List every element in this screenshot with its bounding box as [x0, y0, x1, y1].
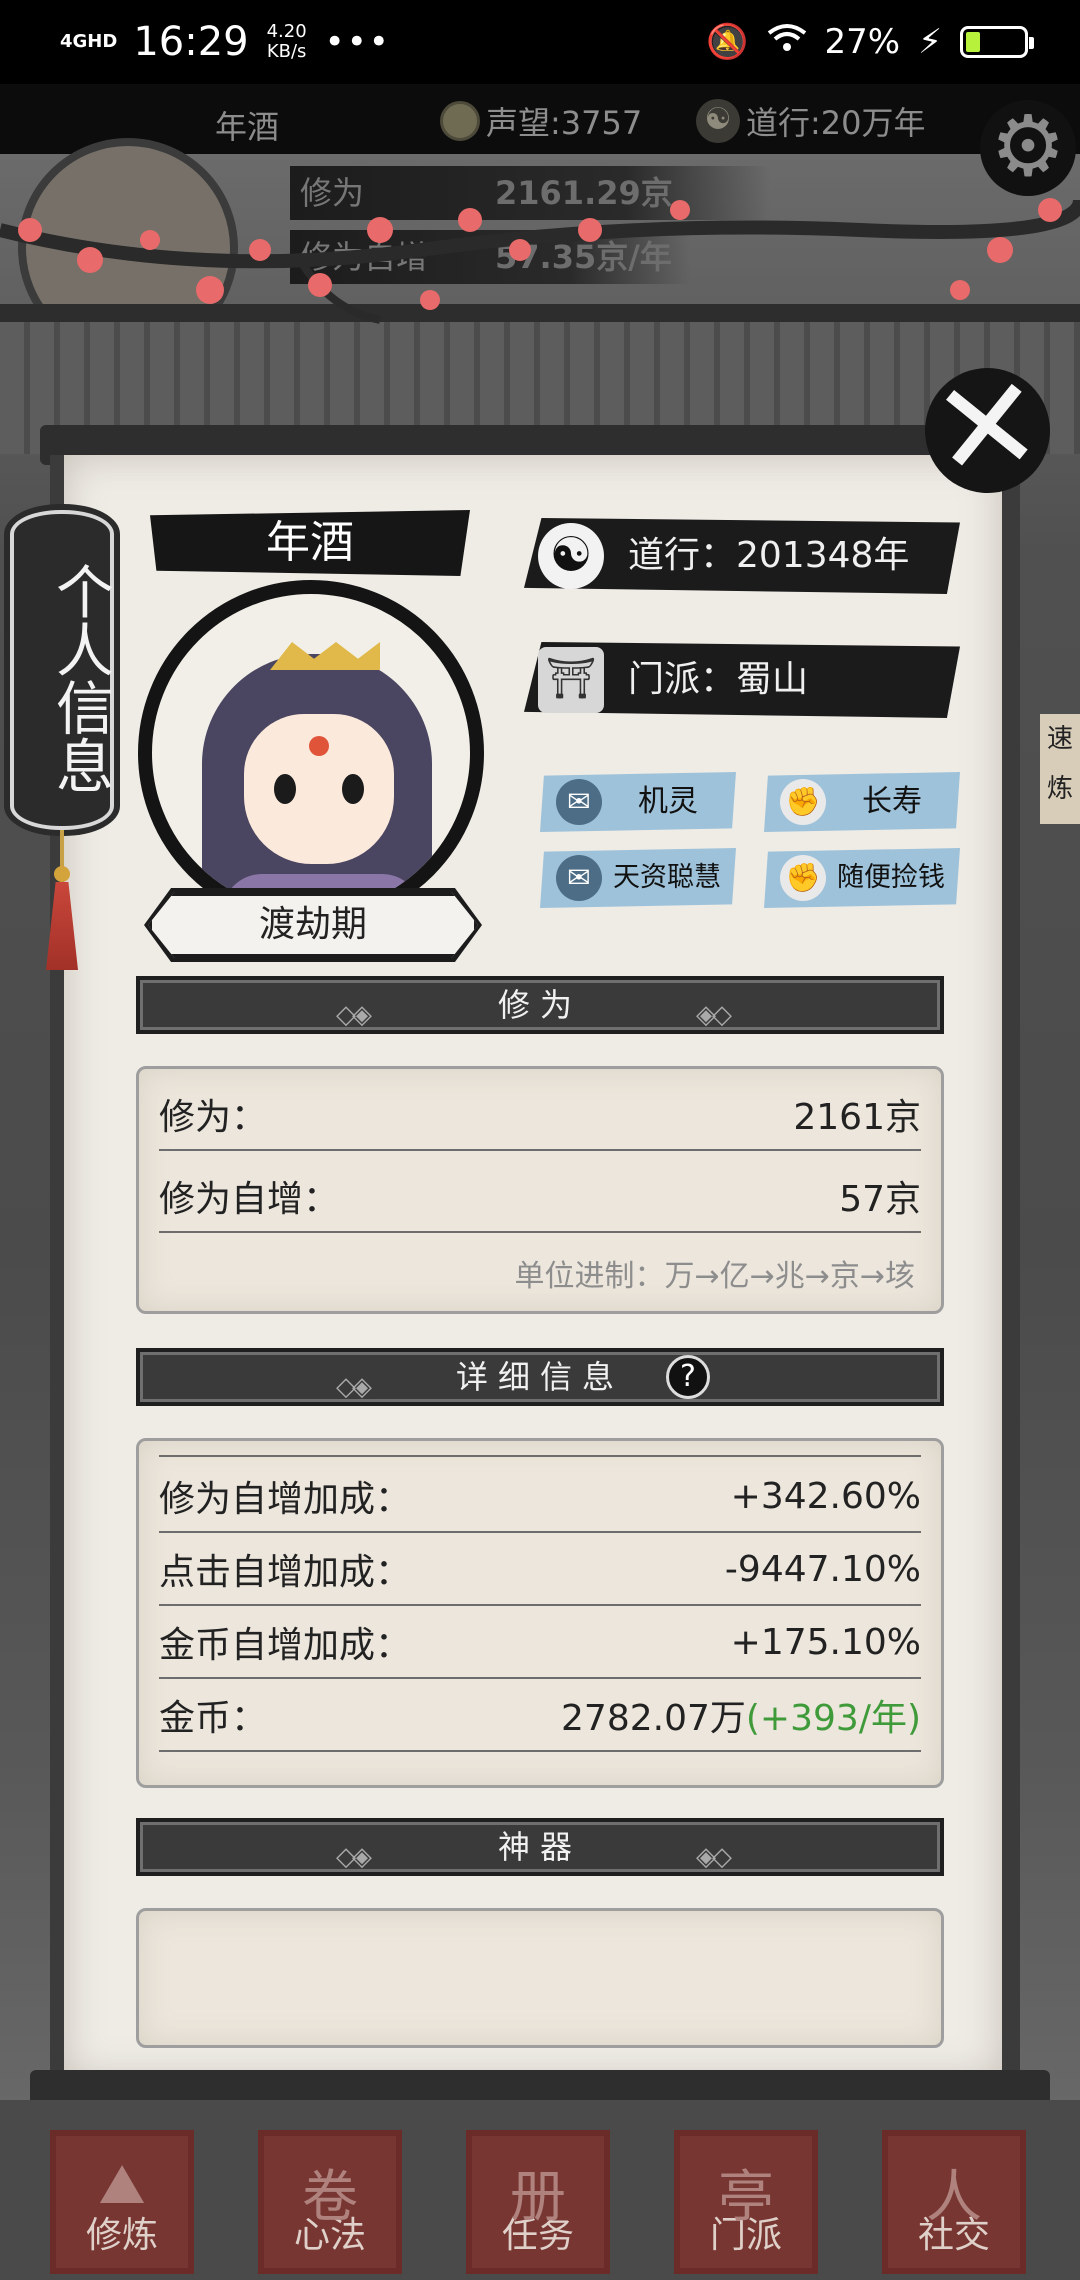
wifi-icon: [767, 22, 807, 62]
nav-cultivate[interactable]: ⛰ 修炼: [50, 2130, 194, 2274]
help-icon[interactable]: ?: [666, 1355, 710, 1399]
ornament-icon: ◈◇: [696, 1000, 732, 1030]
section-title: 修为: [497, 986, 582, 1024]
battery-icon: [960, 26, 1034, 58]
stat-row-gold: 金币： 2782.07万(+393/年): [159, 1680, 921, 1752]
status-bar: 4GHD 16:29 4.20 KB/s ••• 🔕 27% ⚡: [0, 0, 1080, 84]
trait-label: 天资聪慧: [613, 862, 721, 893]
close-button[interactable]: ✕: [918, 346, 1057, 508]
speed-unit: KB/s: [266, 41, 307, 62]
nav-quest[interactable]: 册 任务: [466, 2130, 610, 2274]
trait-label: 长寿: [862, 784, 922, 819]
realm-label: 渡劫期: [148, 892, 478, 958]
status-time: 16:29: [133, 19, 249, 65]
stat-value: 57京: [839, 1179, 921, 1220]
ornament-icon: ◇◈: [336, 1842, 372, 1872]
pavilion-icon: 亭: [718, 2165, 774, 2230]
section-header-artifact: ◇◈ 神器 ◈◇: [136, 1818, 944, 1876]
scroll-icon: ✉: [556, 779, 602, 825]
gold-value: 2782.07万: [561, 1698, 746, 1739]
avatar-crown: [270, 642, 380, 670]
fame-coin-icon: [440, 101, 480, 141]
stat-row: 金币自增加成： +175.10%: [159, 1607, 921, 1679]
stat-label: 点击自增加成：: [159, 1552, 412, 1593]
people-icon: 人: [926, 2165, 982, 2230]
charging-icon: ⚡: [918, 22, 942, 62]
section-title: 神器: [497, 1828, 582, 1866]
dao-text: 道行：201348年: [628, 535, 910, 576]
bottom-nav: ⛰ 修炼 卷 心法 册 任务 亭 门派 人 社交: [0, 2100, 1080, 2280]
personal-info-tab: 个人信息: [10, 510, 114, 830]
ornament-icon: ◇◈: [336, 1372, 372, 1402]
ornament-icon: ◈◇: [696, 1842, 732, 1872]
mountain-icon: ⛰: [98, 2152, 146, 2217]
plum-blossom-branch: [0, 198, 1080, 324]
hud-fame: 声望:3757: [440, 98, 642, 144]
stat-label: 修为自增：: [159, 1179, 340, 1220]
unit-note: 单位进制：万→亿→兆→京→垓: [514, 1259, 915, 1294]
stat-row: 修为自增加成： +342.60%: [159, 1461, 921, 1533]
stat-value: 2161京: [793, 1097, 921, 1138]
stat-value: +342.60%: [730, 1475, 921, 1517]
scroll-icon: ✉: [556, 855, 602, 901]
section-header-details: ◇◈ 详细信息 ?: [136, 1348, 944, 1406]
mute-icon: 🔕: [706, 22, 749, 62]
speed-value: 4.20: [266, 21, 307, 42]
nav-technique[interactable]: 卷 心法: [258, 2130, 402, 2274]
trait-label: 机灵: [638, 784, 698, 819]
stat-value: +175.10%: [730, 1621, 921, 1663]
section-header-cultivation: ◇◈ 修为 ◈◇: [136, 976, 944, 1034]
more-notifications-icon: •••: [324, 22, 391, 62]
gold-value-group: 2782.07万(+393/年): [561, 1689, 921, 1741]
taiji-icon: ☯: [696, 99, 740, 143]
sect-gate-icon: ⛩: [538, 647, 604, 713]
ornament-icon: ◇◈: [336, 1000, 372, 1030]
battery-percent: 27%: [824, 22, 901, 62]
fist-icon: ✊: [780, 779, 826, 825]
personal-info-title: 个人信息: [46, 562, 114, 794]
quest-book-icon: 册: [510, 2165, 566, 2230]
stat-row: 修为自增： 57京: [159, 1161, 921, 1233]
side-right-tab[interactable]: 速炼: [1040, 714, 1080, 824]
signal-icon: 4GHD: [60, 31, 118, 52]
stat-label: 修为自增加成：: [159, 1479, 412, 1520]
nav-sect[interactable]: 亭 门派: [674, 2130, 818, 2274]
stat-label: 金币自增加成：: [159, 1625, 412, 1666]
player-name: 年酒: [150, 510, 470, 576]
sect-text: 门派：蜀山: [628, 659, 809, 700]
stat-value: -9447.10%: [724, 1548, 921, 1590]
divider: [159, 1455, 921, 1457]
gold-rate: (+393/年): [745, 1698, 921, 1739]
gold-label: 金币：: [159, 1698, 268, 1739]
player-avatar: [138, 580, 484, 926]
stat-row: 修为： 2161京: [159, 1079, 921, 1151]
artifact-box: [136, 1908, 944, 2048]
fist-icon: ✊: [780, 855, 826, 901]
avatar-forehead-mark: [309, 736, 329, 756]
hud-player-name: 年酒: [215, 108, 280, 146]
section-title: 详细信息: [455, 1358, 624, 1396]
stat-row: 点击自增加成： -9447.10%: [159, 1534, 921, 1606]
network-speed: 4.20 KB/s: [267, 22, 307, 62]
avatar-eye-left: [274, 774, 296, 804]
hud-dao: ☯ 道行:20万年: [696, 98, 926, 144]
trait-label: 随便捡钱: [837, 862, 945, 893]
scroll-book-icon: 卷: [302, 2165, 358, 2230]
settings-gear-icon[interactable]: ⚙: [980, 100, 1076, 196]
nav-social[interactable]: 人 社交: [882, 2130, 1026, 2274]
hud-dao-text: 道行:20万年: [746, 104, 926, 142]
cultivation-box: 修为： 2161京 修为自增： 57京 单位进制：万→亿→兆→京→垓: [136, 1066, 944, 1314]
details-box: 修为自增加成： +342.60% 点击自增加成： -9447.10% 金币自增加…: [136, 1438, 944, 1788]
taiji-icon: ☯: [538, 523, 604, 589]
stat-label: 修为：: [159, 1097, 268, 1138]
avatar-eye-right: [342, 774, 364, 804]
tassel-knot: [54, 866, 70, 882]
hud-fame-text: 声望:3757: [486, 104, 643, 142]
